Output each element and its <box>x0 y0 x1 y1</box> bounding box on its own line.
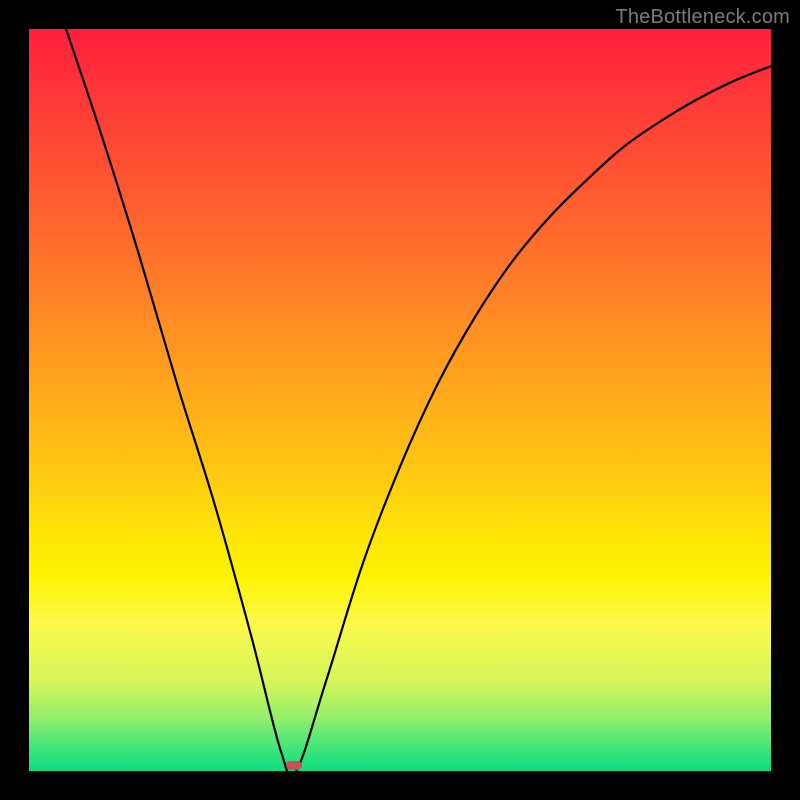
watermark-text: TheBottleneck.com <box>615 6 790 29</box>
plot-area <box>29 29 771 771</box>
bottleneck-marker <box>286 761 302 770</box>
chart-frame: TheBottleneck.com <box>0 0 800 800</box>
bottleneck-curve <box>29 29 771 771</box>
